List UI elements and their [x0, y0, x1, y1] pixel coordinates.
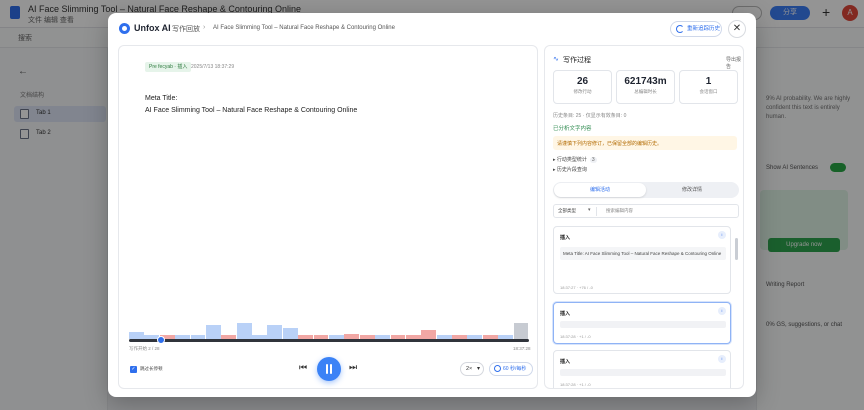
close-button[interactable]: ✕	[728, 20, 746, 38]
timeline-start-label: 写作开始 2 / 28	[129, 346, 160, 351]
action-stats-label: ▸ 行动类型统计	[553, 157, 587, 163]
edit-type: 插入	[560, 311, 571, 317]
skip-pauses-checkbox[interactable]: ✓	[130, 366, 137, 373]
stat-card-duration: 621743m 总编辑时长	[616, 70, 675, 104]
info-icon[interactable]: i	[718, 231, 726, 239]
timeline-segment[interactable]	[236, 322, 252, 339]
timeline-segment[interactable]	[282, 328, 298, 339]
panel-title: 写作过程	[563, 57, 591, 64]
scrollbar[interactable]	[735, 238, 738, 260]
speed-select[interactable]: 2×	[460, 362, 484, 376]
warning-banner: 请谨慎下列内容修订，已保留全部的编辑历史。	[553, 136, 737, 150]
timeline-segment[interactable]	[513, 322, 529, 339]
pause-icon	[330, 364, 332, 374]
tab-modification-details[interactable]: 修改详情	[646, 183, 738, 197]
export-report-link[interactable]: 导出报告	[726, 56, 743, 70]
unfox-logo-icon	[119, 23, 130, 34]
skip-previous-icon[interactable]: ⏮	[299, 362, 307, 373]
pause-button[interactable]	[317, 357, 341, 381]
analyzed-status: 已分析文字内容	[553, 126, 592, 132]
doc-line-1: Meta Title:	[145, 95, 178, 102]
timeline-segment[interactable]	[205, 324, 221, 339]
section-title: 写作回放	[172, 26, 200, 33]
writing-process-panel: ∿ 写作过程 导出报告 26 修改行动 621743m 总编辑时长 1 会话窗口…	[544, 45, 744, 389]
divider	[596, 207, 597, 216]
timeline-segment[interactable]	[421, 330, 437, 339]
edit-type: 插入	[560, 359, 571, 365]
edit-meta: 18:37:28 · +1 / -0	[560, 334, 591, 339]
tab-edit-activity[interactable]: 编辑活动	[554, 183, 646, 197]
panel-tabs: 编辑活动 修改详情	[553, 182, 739, 198]
count-badge: 3	[589, 157, 597, 163]
edit-badge: Pre fecyab · 插入	[145, 62, 192, 72]
skip-pauses-label: 跳过长停顿	[140, 366, 163, 371]
history-query-toggle[interactable]: ▸ 历史片段查询	[553, 166, 587, 173]
chevron-right-icon: ›	[203, 24, 206, 31]
edit-card[interactable]: 插入 i Meta Title: AI Face Slimming Tool –…	[553, 226, 731, 294]
edit-meta: 18:37:27 · +76 / -0	[560, 285, 593, 290]
edit-card[interactable]: 插入 i 18:37:28 · +1 / -0	[553, 302, 731, 344]
speed-rate-button[interactable]: 60 秒/每秒	[489, 362, 533, 376]
chevron-down-icon[interactable]: ▾	[588, 207, 591, 213]
brand-name: Unfox AI	[134, 23, 171, 33]
modal-header: Unfox AI 写作回放 › AI Face Slimming Tool – …	[108, 13, 756, 45]
type-filter-select[interactable]: 全部类型	[558, 208, 576, 214]
stat-value: 621743m	[624, 76, 667, 87]
stat-value: 26	[576, 76, 589, 87]
activity-icon: ∿	[553, 56, 559, 63]
edit-timestamp: 2025/7/13 18:37:29	[191, 64, 235, 70]
timeline-segment[interactable]	[129, 331, 144, 339]
edit-meta: 18:37:28 · +1 / -0	[560, 382, 591, 387]
edit-card[interactable]: 插入 i 18:37:28 · +1 / -0	[553, 350, 731, 388]
filter-row: 全部类型 ▾ 搜索编辑内容	[553, 204, 739, 218]
edit-text-placeholder	[560, 321, 726, 328]
edit-text: Meta Title: AI Face Slimming Tool – Natu…	[560, 247, 726, 260]
timeline-end-label: 18:37:28	[513, 346, 531, 351]
doc-line-2: AI Face Slimming Tool – Natural Face Res…	[145, 107, 358, 114]
activity-timeline[interactable]	[129, 321, 529, 339]
progress-track[interactable]	[129, 339, 529, 342]
breadcrumb-doc-title: AI Face Slimming Tool – Natural Face Res…	[213, 25, 395, 31]
refresh-label: 重新追踪历史	[687, 26, 721, 32]
stat-label: 修改行动	[573, 89, 592, 94]
stat-card-edits: 26 修改行动	[553, 70, 612, 104]
edit-type: 插入	[560, 235, 571, 241]
refresh-icon	[676, 25, 684, 33]
history-meta: 历史条目: 25 · 仅显示有效条目: 0	[553, 113, 627, 119]
clock-icon	[494, 365, 501, 372]
stat-card-sessions: 1 会话窗口	[679, 70, 738, 104]
stat-label: 总编辑时长	[634, 89, 657, 94]
refresh-history-button[interactable]: 重新追踪历史	[670, 21, 722, 37]
info-icon[interactable]: i	[718, 307, 726, 315]
search-edits-input[interactable]: 搜索编辑内容	[606, 208, 633, 214]
skip-next-icon[interactable]: ⏭	[349, 362, 357, 373]
progress-knob[interactable]	[157, 336, 165, 344]
stat-label: 会话窗口	[699, 89, 718, 94]
writing-replay-modal: Unfox AI 写作回放 › AI Face Slimming Tool – …	[108, 13, 756, 397]
info-icon[interactable]: i	[718, 355, 726, 363]
pause-icon	[326, 364, 328, 374]
timeline-segment[interactable]	[267, 324, 283, 339]
document-replay-panel: Pre fecyab · 插入 2025/7/13 18:37:29 Meta …	[118, 45, 538, 389]
edit-text-placeholder	[560, 369, 726, 376]
speed-rate-label: 60 秒/每秒	[503, 366, 527, 372]
stat-value: 1	[705, 76, 712, 87]
action-stats-toggle[interactable]: ▸ 行动类型统计 3	[553, 156, 597, 163]
